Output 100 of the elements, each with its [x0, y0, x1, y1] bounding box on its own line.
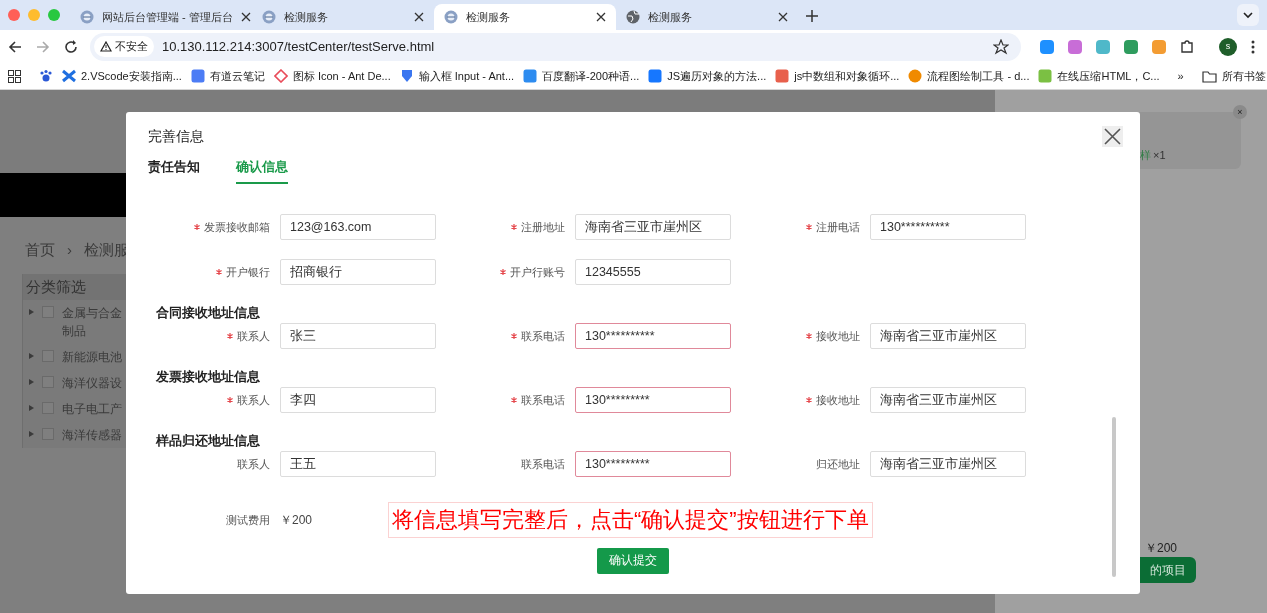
extension-icon[interactable] — [1039, 38, 1055, 55]
input-field[interactable]: 李四 — [280, 387, 436, 413]
input-field[interactable]: 海南省三亚市崖州区 — [870, 323, 1026, 349]
input-field[interactable]: 招商银行 — [280, 259, 436, 285]
close-button[interactable] — [1102, 126, 1123, 147]
field-label: 注册电话 — [816, 219, 860, 235]
category-label: 新能源电池 — [62, 349, 122, 366]
bookmark-icon[interactable] — [39, 69, 53, 83]
bookmark-link[interactable]: 流程图绘制工具 - d... — [908, 67, 1030, 85]
input-field[interactable]: 123@163.com — [280, 214, 436, 240]
menu-icon[interactable] — [1251, 39, 1255, 54]
extension-icon[interactable] — [1151, 38, 1167, 55]
caret-right-icon[interactable] — [29, 405, 34, 411]
input-field[interactable]: 王五 — [280, 451, 436, 477]
input-field[interactable]: 130********* — [575, 451, 731, 477]
close-window-icon[interactable] — [8, 9, 20, 21]
back-icon[interactable] — [8, 39, 22, 54]
tab-title: 检测服务 — [466, 9, 511, 25]
caret-right-icon[interactable] — [29, 353, 34, 359]
input-field[interactable]: 海南省三亚市崖州区 — [870, 387, 1026, 413]
warning-icon — [100, 41, 112, 52]
cart-button[interactable]: 的项目 — [1140, 557, 1196, 583]
item-quantity: ×1 — [1153, 148, 1166, 163]
field-label: 联系人 — [237, 328, 270, 344]
bookmark-link[interactable]: 有道云笔记 — [190, 67, 265, 85]
input-field[interactable]: 130********** — [575, 323, 731, 349]
cart-total: ￥200 — [1145, 540, 1178, 557]
scrollbar-thumb[interactable] — [1112, 417, 1116, 577]
bookmark-link[interactable]: 图标 Icon - Ant De... — [273, 67, 391, 85]
field-label: 开户行账号 — [510, 264, 565, 280]
close-icon[interactable] — [778, 12, 788, 22]
required-icon — [511, 397, 517, 403]
all-bookmarks-button[interactable]: 所有书签 — [1201, 67, 1266, 85]
required-icon — [227, 397, 233, 403]
input-field[interactable]: 12345555 — [575, 259, 731, 285]
tab[interactable]: 责任告知 — [148, 157, 200, 184]
chevron-down-icon[interactable] — [1237, 4, 1259, 26]
tab-title: 检测服务 — [648, 9, 693, 25]
category-label: 电子电工产 — [62, 401, 122, 418]
required-icon — [806, 397, 812, 403]
fee-label: 测试费用 — [225, 512, 270, 528]
browser-tab[interactable]: 网站后台管理端 - 管理后台 — [70, 4, 252, 30]
extension-icon[interactable] — [1067, 38, 1083, 55]
address-bar[interactable]: 不安全 10.130.112.214:3007/testCenter/testServe.html — [90, 32, 1021, 61]
close-button[interactable]: × — [1233, 105, 1247, 119]
bookmark-link[interactable]: 2.VScode安装指南... — [62, 67, 182, 85]
site-icon — [444, 10, 458, 24]
input-field[interactable]: 张三 — [280, 323, 436, 349]
caret-right-icon[interactable] — [29, 431, 34, 437]
section-title: 合同接收地址信息 — [155, 304, 261, 321]
breadcrumb-separator: › — [67, 240, 72, 260]
new-tab-icon[interactable] — [806, 10, 818, 22]
input-field[interactable]: 130********** — [870, 214, 1026, 240]
field-label: 接收地址 — [816, 392, 860, 408]
close-icon[interactable] — [414, 12, 424, 22]
annotation-text: 将信息填写完整后，点击“确认提交”按钮进行下单 — [388, 502, 873, 538]
apps-icon[interactable] — [8, 69, 21, 83]
browser-tab[interactable]: 检测服务 — [252, 4, 434, 30]
input-field[interactable]: 130********* — [575, 387, 731, 413]
required-icon — [511, 224, 517, 230]
bookmark-link[interactable]: js中数组和对象循环... — [775, 67, 900, 85]
reload-icon[interactable] — [64, 39, 78, 54]
bookmark-link[interactable]: 输入框 Input - Ant... — [399, 67, 515, 85]
tab[interactable]: 确认信息 — [236, 157, 288, 184]
close-icon[interactable] — [596, 12, 606, 22]
browser-tab[interactable]: 检测服务 — [434, 4, 616, 30]
bookmarks-overflow[interactable]: » — [1177, 67, 1184, 85]
tab-title: 网站后台管理端 - 管理后台 — [102, 9, 233, 25]
field-label: 联系电话 — [521, 392, 565, 408]
close-icon — [1104, 128, 1121, 145]
security-label: 不安全 — [115, 39, 148, 55]
field-label: 联系电话 — [521, 328, 565, 344]
required-icon — [227, 333, 233, 339]
bookmark-link[interactable]: JS遍历对象的方法... — [648, 67, 767, 85]
star-icon[interactable] — [993, 38, 1009, 55]
caret-right-icon[interactable] — [29, 379, 34, 385]
extension-icon[interactable] — [1095, 38, 1111, 55]
forward-icon[interactable] — [36, 39, 50, 54]
maximize-window-icon[interactable] — [48, 9, 60, 21]
required-icon — [806, 224, 812, 230]
input-field[interactable]: 海南省三亚市崖州区 — [870, 451, 1026, 477]
field-label: 归还地址 — [816, 456, 860, 472]
required-icon — [194, 224, 200, 230]
profile-avatar[interactable]: s — [1219, 37, 1237, 56]
site-icon — [262, 10, 276, 24]
tab-title: 检测服务 — [284, 9, 329, 25]
extension-icon[interactable] — [1123, 38, 1139, 55]
globe-icon — [626, 10, 640, 24]
submit-button[interactable]: 确认提交 — [597, 548, 669, 574]
bookmark-link[interactable]: 百度翻译-200种语... — [523, 67, 640, 85]
bookmark-link[interactable]: 在线压缩HTML，C... — [1038, 67, 1160, 85]
fee-value: ￥200 — [280, 512, 314, 529]
category-label: 海洋仪器设 — [62, 375, 122, 392]
folder-icon — [1201, 69, 1217, 83]
browser-tab[interactable]: 检测服务 — [616, 4, 798, 30]
input-field[interactable]: 海南省三亚市崖州区 — [575, 214, 731, 240]
field-label: 联系人 — [237, 392, 270, 408]
puzzle-icon[interactable] — [1179, 38, 1195, 55]
caret-right-icon[interactable] — [29, 309, 34, 315]
close-icon[interactable] — [240, 12, 251, 22]
